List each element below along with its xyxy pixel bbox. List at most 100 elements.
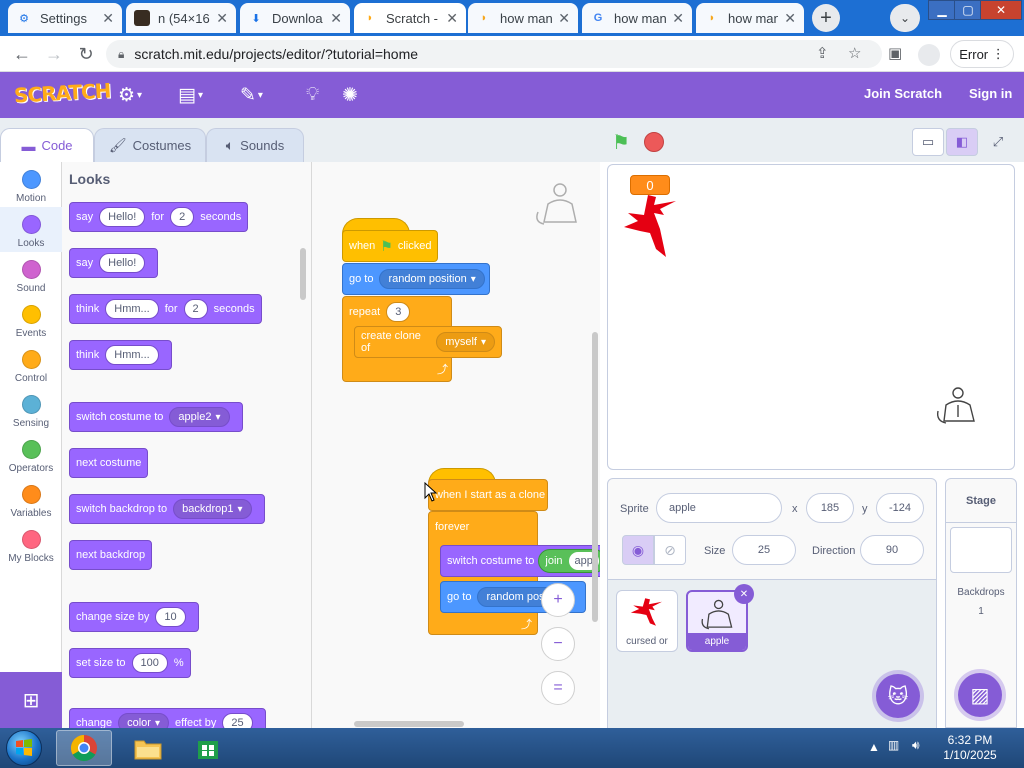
block-when-flag-clicked[interactable]: when ⚑ clicked <box>342 230 438 262</box>
forward-button[interactable]: → <box>42 42 66 66</box>
category-variables[interactable]: Variables <box>0 477 62 522</box>
stage-selector[interactable]: Stage Backdrops 1 ▨ <box>945 478 1017 728</box>
workspace-horizontal-scrollbar[interactable] <box>354 721 464 727</box>
taskbar-clock[interactable]: 6:32 PM 1/10/2025 <box>940 733 1000 763</box>
script-workspace[interactable]: when ⚑ clicked go to random position rep… <box>312 162 600 728</box>
sprite-thumb-cursed[interactable]: cursed or <box>616 590 678 652</box>
tab-how-many-2[interactable]: G how man ✕ <box>582 3 692 33</box>
block-input[interactable]: Hello! <box>99 253 146 273</box>
stage-thumbnail[interactable] <box>950 527 1012 573</box>
close-tab-icon[interactable]: ✕ <box>672 10 684 27</box>
tab-sounds[interactable]: 🔈︎ Sounds <box>206 128 304 162</box>
delete-sprite-button[interactable]: ✕ <box>734 584 754 604</box>
share-icon[interactable]: ⇪ <box>816 44 829 62</box>
url-field[interactable]: 🔒︎ scratch.mit.edu/projects/editor/?tuto… <box>106 40 882 68</box>
block-say-for-secs[interactable]: say Hello! for 2 seconds <box>69 202 249 232</box>
side-panel-icon[interactable]: ▣ <box>888 44 902 62</box>
tab-scratch[interactable]: ◗ Scratch - ✕ <box>354 3 466 33</box>
block-input[interactable]: Hello! <box>99 207 146 227</box>
error-button[interactable]: Error ⋮ <box>950 40 1014 68</box>
block-next-costume[interactable]: next costume <box>69 448 149 478</box>
scratch-logo[interactable]: SCRATCH <box>13 78 111 107</box>
palette-scrollbar[interactable] <box>300 248 306 300</box>
block-input[interactable]: 2 <box>183 299 208 319</box>
zoom-in-button[interactable]: + <box>541 583 575 617</box>
taskbar-explorer[interactable] <box>120 730 176 766</box>
block-set-size[interactable]: set size to 100 % <box>69 648 191 678</box>
block-dropdown[interactable]: color <box>118 713 169 728</box>
sign-in-link[interactable]: Sign in <box>969 86 1012 101</box>
stop-button[interactable] <box>644 132 664 152</box>
taskbar-store[interactable] <box>180 730 236 766</box>
zoom-reset-button[interactable]: = <box>541 671 575 705</box>
block-input[interactable]: 100 <box>131 653 168 673</box>
close-tab-icon[interactable]: ✕ <box>330 10 342 27</box>
category-operators[interactable]: Operators <box>0 432 62 477</box>
block-dropdown[interactable]: myself <box>436 332 495 352</box>
category-motion[interactable]: Motion <box>0 162 62 207</box>
close-tab-icon[interactable]: ✕ <box>784 10 796 27</box>
network-error-icon[interactable]: ▥ <box>888 738 899 752</box>
tab-search-button[interactable]: ⌄ <box>890 4 920 32</box>
block-think[interactable]: think Hmm... <box>69 340 172 370</box>
minimize-button[interactable]: ▁ <box>928 0 956 20</box>
settings-menu-icon[interactable]: ⚙ ▾ <box>118 83 142 107</box>
start-button[interactable] <box>6 730 42 766</box>
direction-input[interactable]: 90 <box>860 535 924 565</box>
debug-icon[interactable]: ✺ <box>342 83 358 107</box>
tab-how-many-1[interactable]: ◗ how man ✕ <box>468 3 578 33</box>
close-tab-icon[interactable]: ✕ <box>558 10 570 27</box>
block-input[interactable]: Hmm... <box>105 345 159 365</box>
category-sound[interactable]: Sound <box>0 252 62 297</box>
block-input[interactable]: 3 <box>386 302 411 322</box>
tray-expand-icon[interactable]: ▲ <box>868 740 880 754</box>
block-think-for-secs[interactable]: think Hmm... for 2 seconds <box>69 294 262 324</box>
category-sensing[interactable]: Sensing <box>0 387 62 432</box>
operator-join[interactable]: join app <box>538 549 600 573</box>
x-position-input[interactable]: 185 <box>806 493 854 523</box>
close-tab-icon[interactable]: ✕ <box>102 10 114 27</box>
category-control[interactable]: Control <box>0 342 62 387</box>
tab-code[interactable]: ▬ Code <box>0 128 94 162</box>
back-button[interactable]: ← <box>10 42 34 66</box>
block-switch-backdrop[interactable]: switch backdrop to backdrop1 <box>69 494 265 524</box>
size-input[interactable]: 25 <box>732 535 796 565</box>
hide-sprite-button[interactable]: ⊘ <box>654 535 686 565</box>
tab-downloads[interactable]: ⬇ Downloa ✕ <box>240 3 350 33</box>
sprite-name-input[interactable]: apple <box>656 493 782 523</box>
block-input[interactable]: 10 <box>155 607 186 627</box>
bookmark-star-icon[interactable]: ☆ <box>848 44 861 62</box>
block-say[interactable]: say Hello! <box>69 248 159 278</box>
profile-avatar[interactable] <box>918 44 940 66</box>
block-switch-costume[interactable]: switch costume to apple2 <box>69 402 243 432</box>
volume-icon[interactable]: 🔊︎ <box>912 738 920 753</box>
choose-sprite-button[interactable]: 🐱︎ <box>876 674 920 718</box>
block-create-clone[interactable]: create clone of myself <box>354 326 502 358</box>
tab-costumes[interactable]: 🖌︎ Costumes <box>94 128 206 162</box>
block-change-size[interactable]: change size by 10 <box>69 602 199 632</box>
block-when-start-as-clone[interactable]: when I start as a clone <box>428 479 548 511</box>
tutorials-lightbulb-icon[interactable]: 💡︎ <box>306 83 319 107</box>
choose-backdrop-button[interactable]: ▨ <box>958 673 1002 717</box>
stage-canvas[interactable]: 0 <box>607 164 1015 470</box>
new-tab-button[interactable]: + <box>812 4 840 32</box>
block-dropdown[interactable]: backdrop1 <box>173 499 252 519</box>
block-input[interactable]: 25 <box>222 713 253 728</box>
join-scratch-link[interactable]: Join Scratch <box>864 86 942 101</box>
green-flag-button[interactable]: ⚑ <box>612 130 630 155</box>
block-next-backdrop[interactable]: next backdrop <box>69 540 153 570</box>
block-dropdown[interactable]: random position <box>379 269 485 289</box>
maximize-button[interactable]: ▢ <box>954 0 982 20</box>
close-tab-icon[interactable]: ✕ <box>216 10 228 27</box>
tab-how-many-3[interactable]: ◗ how man ✕ <box>696 3 804 33</box>
block-change-effect[interactable]: change color effect by 25 <box>69 708 266 728</box>
small-stage-button[interactable]: ▭ <box>912 128 944 156</box>
taskbar-chrome[interactable] <box>56 730 112 766</box>
reload-button[interactable]: ↻ <box>74 42 98 66</box>
show-sprite-button[interactable]: ◉ <box>622 535 654 565</box>
add-extension-button[interactable]: ⊞ <box>0 672 62 728</box>
tab-image[interactable]: n (54×16 ✕ <box>126 3 236 33</box>
edit-menu-icon[interactable]: ✎ ▾ <box>240 83 263 107</box>
close-tab-icon[interactable]: ✕ <box>446 10 458 27</box>
block-dropdown[interactable]: apple2 <box>169 407 230 427</box>
